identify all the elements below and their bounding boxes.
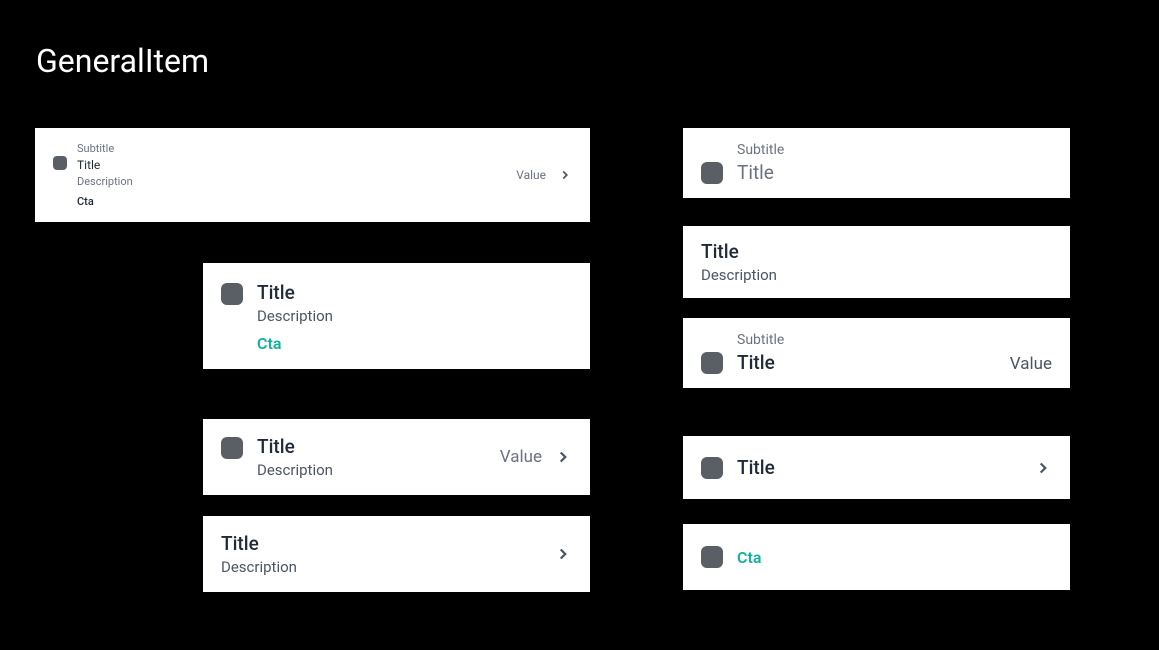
title: Title xyxy=(257,281,572,304)
description: Description xyxy=(701,266,1052,284)
general-item[interactable]: Subtitle Title Value xyxy=(683,318,1070,388)
general-item[interactable]: Title Description Cta xyxy=(203,263,590,369)
subtitle: Subtitle xyxy=(737,332,1010,348)
title: Title xyxy=(257,435,500,458)
general-item[interactable]: Cta xyxy=(683,524,1070,590)
description: Description xyxy=(77,175,516,188)
subtitle: Subtitle xyxy=(737,142,1052,158)
general-item[interactable]: Title Description xyxy=(683,226,1070,298)
cta-link[interactable]: Cta xyxy=(257,334,572,353)
general-item[interactable]: Title Description Value xyxy=(203,419,590,495)
cta-link[interactable]: Cta xyxy=(77,195,516,208)
title: Title xyxy=(221,532,554,555)
title: Title xyxy=(77,158,516,172)
title: Title xyxy=(737,456,1034,479)
title: Title xyxy=(701,240,1052,263)
value-label: Value xyxy=(500,447,542,467)
chevron-right-icon xyxy=(1034,459,1052,477)
subtitle: Subtitle xyxy=(77,142,516,155)
chevron-right-icon xyxy=(558,168,572,182)
value-label: Value xyxy=(1010,354,1052,374)
general-item[interactable]: Title xyxy=(683,436,1070,499)
title: Title xyxy=(737,351,1010,374)
chevron-right-icon xyxy=(554,448,572,466)
leading-icon xyxy=(701,162,723,184)
value-label: Value xyxy=(516,168,546,182)
leading-icon xyxy=(701,457,723,479)
description: Description xyxy=(257,307,572,325)
leading-icon xyxy=(221,437,243,459)
general-item[interactable]: Subtitle Title Description Cta Value xyxy=(35,128,590,222)
page-title: GeneralItem xyxy=(0,0,1159,80)
description: Description xyxy=(221,558,554,576)
general-item[interactable]: Title Description xyxy=(203,516,590,592)
title: Title xyxy=(737,161,1052,184)
leading-icon xyxy=(53,156,67,170)
general-item[interactable]: Subtitle Title xyxy=(683,128,1070,198)
leading-icon xyxy=(701,352,723,374)
description: Description xyxy=(257,461,500,479)
chevron-right-icon xyxy=(554,545,572,563)
leading-icon xyxy=(221,283,243,305)
leading-icon xyxy=(701,546,723,568)
cta-link[interactable]: Cta xyxy=(737,548,1052,567)
